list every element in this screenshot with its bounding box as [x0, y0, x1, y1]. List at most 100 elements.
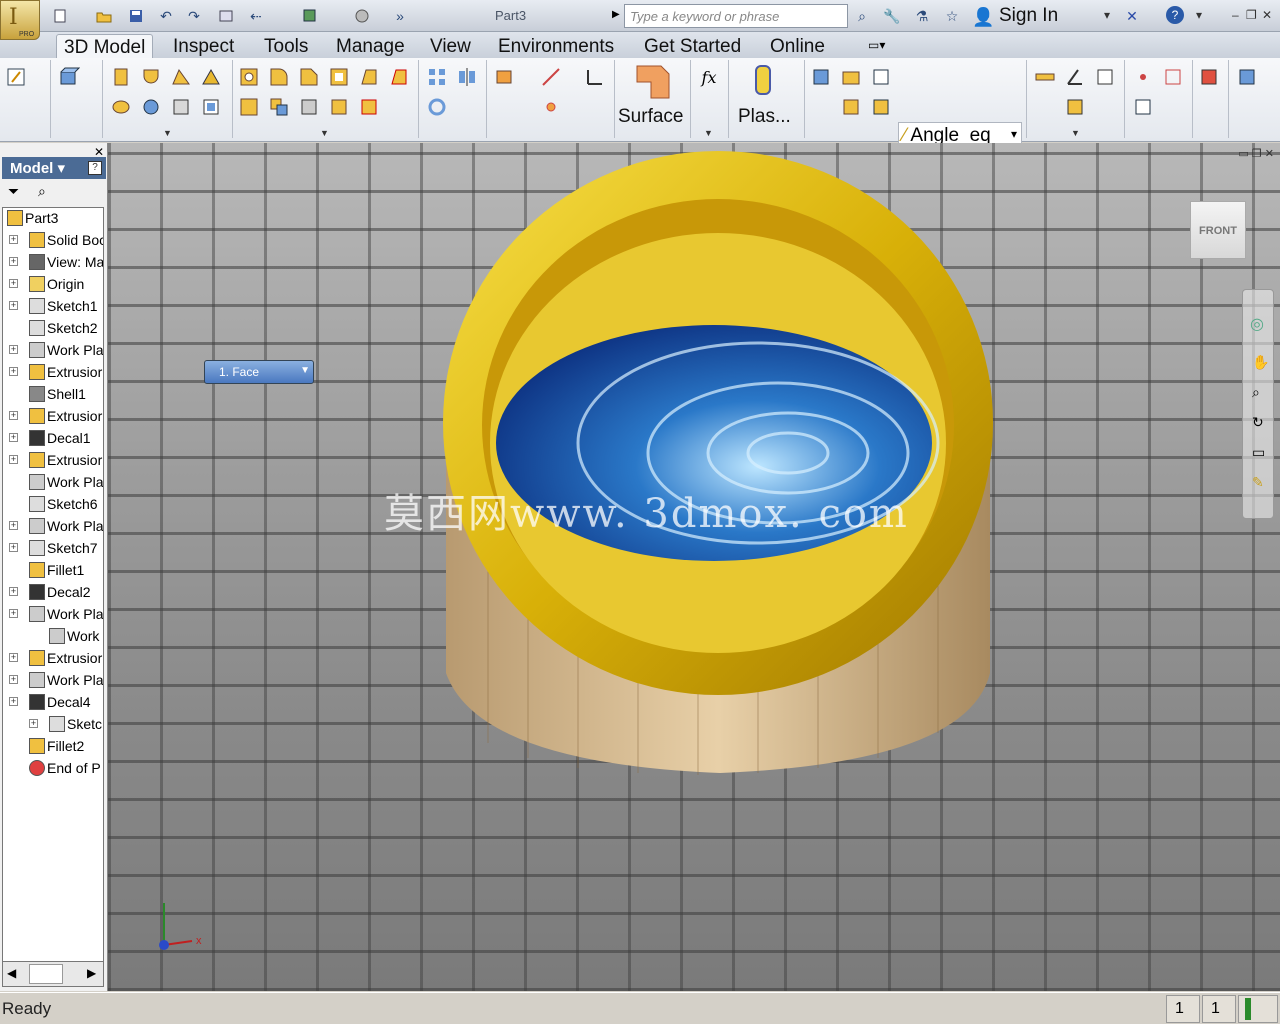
- tree-node[interactable]: Fillet2: [3, 736, 103, 758]
- tab-manage[interactable]: Manage: [329, 34, 412, 58]
- surface-button[interactable]: Surface: [618, 106, 683, 128]
- help-dropdown-icon[interactable]: ▾: [1196, 8, 1202, 22]
- extrude-icon[interactable]: [108, 64, 134, 90]
- chamfer-icon[interactable]: [296, 64, 322, 90]
- tree-node[interactable]: Sketch6: [3, 494, 103, 516]
- expand-icon[interactable]: +: [9, 433, 18, 442]
- save-icon[interactable]: [126, 6, 146, 26]
- expand-icon[interactable]: +: [9, 301, 18, 310]
- surface-icon[interactable]: [632, 62, 674, 102]
- mirror-icon[interactable]: [454, 64, 480, 90]
- point-cloud-icon[interactable]: [1130, 64, 1156, 90]
- shell-icon[interactable]: [326, 64, 352, 90]
- split-icon[interactable]: [236, 94, 262, 120]
- browser-horizontal-scrollbar[interactable]: ◀ ▶: [2, 961, 104, 987]
- tree-node[interactable]: + Work Pla: [3, 604, 103, 626]
- tab-view[interactable]: View: [423, 34, 478, 58]
- scroll-thumb[interactable]: [29, 964, 63, 984]
- area-icon[interactable]: [1062, 94, 1088, 120]
- expand-icon[interactable]: +: [9, 653, 18, 662]
- bucket-model[interactable]: [108, 143, 1280, 991]
- wrench-icon[interactable]: 🔧: [882, 6, 902, 26]
- tree-node[interactable]: + Work Pla: [3, 516, 103, 538]
- minimize-icon[interactable]: –: [1232, 8, 1239, 22]
- decal-icon[interactable]: [198, 94, 224, 120]
- expand-icon[interactable]: +: [9, 279, 18, 288]
- exchange-x-icon[interactable]: ✕: [1122, 6, 1142, 26]
- draft-icon[interactable]: [356, 64, 382, 90]
- stress-analysis-icon[interactable]: [1196, 64, 1222, 90]
- appearance-icon[interactable]: [352, 6, 372, 26]
- thread-icon[interactable]: [386, 64, 412, 90]
- scroll-right-icon[interactable]: ▶: [87, 966, 96, 980]
- tree-node[interactable]: + Work Pla: [3, 340, 103, 362]
- open-folder-icon[interactable]: [94, 6, 114, 26]
- navigation-bar[interactable]: ◎ ✋ ⌕ ↻ ▭ ✎: [1242, 289, 1274, 519]
- combine-icon[interactable]: [266, 94, 292, 120]
- tree-node[interactable]: + Extrusior: [3, 362, 103, 384]
- update-icon[interactable]: [300, 6, 320, 26]
- zoom-icon[interactable]: ⌕: [1252, 384, 1260, 401]
- parameters-fx-icon[interactable]: fx: [696, 64, 722, 90]
- fillet-icon[interactable]: [266, 64, 292, 90]
- tree-node[interactable]: + Sketc: [3, 714, 103, 736]
- show-constraints-icon[interactable]: [1130, 94, 1156, 120]
- rectangular-pattern-icon[interactable]: [424, 64, 450, 90]
- tree-node[interactable]: + Decal2: [3, 582, 103, 604]
- search-input[interactable]: Type a keyword or phrase: [624, 4, 848, 28]
- derive-icon[interactable]: [808, 64, 834, 90]
- help-icon[interactable]: ?: [1166, 6, 1184, 24]
- more-qat-icon[interactable]: »: [390, 6, 410, 26]
- coil-icon[interactable]: [108, 94, 134, 120]
- tree-node[interactable]: Work: [3, 626, 103, 648]
- finish-icon[interactable]: [1234, 64, 1260, 90]
- tab-3d-model[interactable]: 3D Model: [56, 34, 154, 58]
- graphics-viewport[interactable]: ▭ ❐ ✕ FRONT ◎ ✋ ⌕ ↻ ▭ ✎ 1. Face ▼ 莫西网www…: [108, 143, 1280, 991]
- tree-node[interactable]: + Sketch1: [3, 296, 103, 318]
- work-point-icon[interactable]: [538, 94, 564, 120]
- sign-in-link[interactable]: Sign In: [999, 5, 1058, 27]
- create-panel-dropdown-icon[interactable]: ▼: [163, 128, 172, 138]
- tree-node[interactable]: + Extrusior: [3, 406, 103, 428]
- binoculars-icon[interactable]: ⌕: [852, 6, 872, 26]
- expand-icon[interactable]: +: [9, 257, 18, 266]
- insert-ifeature-icon[interactable]: [838, 94, 864, 120]
- tree-node[interactable]: Work Pla: [3, 472, 103, 494]
- expand-icon[interactable]: +: [9, 455, 18, 464]
- viewcube[interactable]: FRONT: [1190, 201, 1246, 259]
- expand-icon[interactable]: +: [9, 345, 18, 354]
- modify-panel-dropdown-icon[interactable]: ▼: [320, 128, 329, 138]
- angle-measure-icon[interactable]: [1062, 64, 1088, 90]
- revolve-icon[interactable]: [138, 64, 164, 90]
- expand-icon[interactable]: +: [9, 697, 18, 706]
- tab-tools[interactable]: Tools: [257, 34, 315, 58]
- favorites-star-icon[interactable]: ☆: [942, 6, 962, 26]
- undo-icon[interactable]: ↶: [156, 6, 176, 26]
- expand-icon[interactable]: +: [9, 235, 18, 244]
- sweep-icon[interactable]: [168, 64, 194, 90]
- plastic-part-button[interactable]: Plas...: [738, 106, 791, 128]
- tree-node[interactable]: Sketch2: [3, 318, 103, 340]
- work-axis-icon[interactable]: [538, 64, 564, 90]
- convert-icon[interactable]: [868, 64, 894, 90]
- expand-icon[interactable]: +: [9, 609, 18, 618]
- work-plane-icon[interactable]: [492, 64, 518, 90]
- tree-node[interactable]: Shell1: [3, 384, 103, 406]
- tree-node[interactable]: + Origin: [3, 274, 103, 296]
- tab-get-started[interactable]: Get Started: [637, 34, 748, 58]
- loft-icon[interactable]: [198, 64, 224, 90]
- tab-inspect[interactable]: Inspect: [166, 34, 241, 58]
- expand-icon[interactable]: +: [9, 367, 18, 376]
- expand-icon[interactable]: +: [29, 719, 38, 728]
- tree-node[interactable]: + Work Pla: [3, 670, 103, 692]
- expand-icon[interactable]: +: [9, 543, 18, 552]
- thicken-icon[interactable]: [296, 94, 322, 120]
- plastic-part-icon[interactable]: [748, 62, 784, 102]
- relationship-icon[interactable]: [1160, 64, 1186, 90]
- measure-icon[interactable]: [1032, 64, 1058, 90]
- move-face-icon[interactable]: [326, 94, 352, 120]
- return-icon[interactable]: [216, 6, 236, 26]
- rib-icon[interactable]: [138, 94, 164, 120]
- hole-icon[interactable]: [236, 64, 262, 90]
- steering-wheel-icon[interactable]: ◎: [1250, 314, 1264, 334]
